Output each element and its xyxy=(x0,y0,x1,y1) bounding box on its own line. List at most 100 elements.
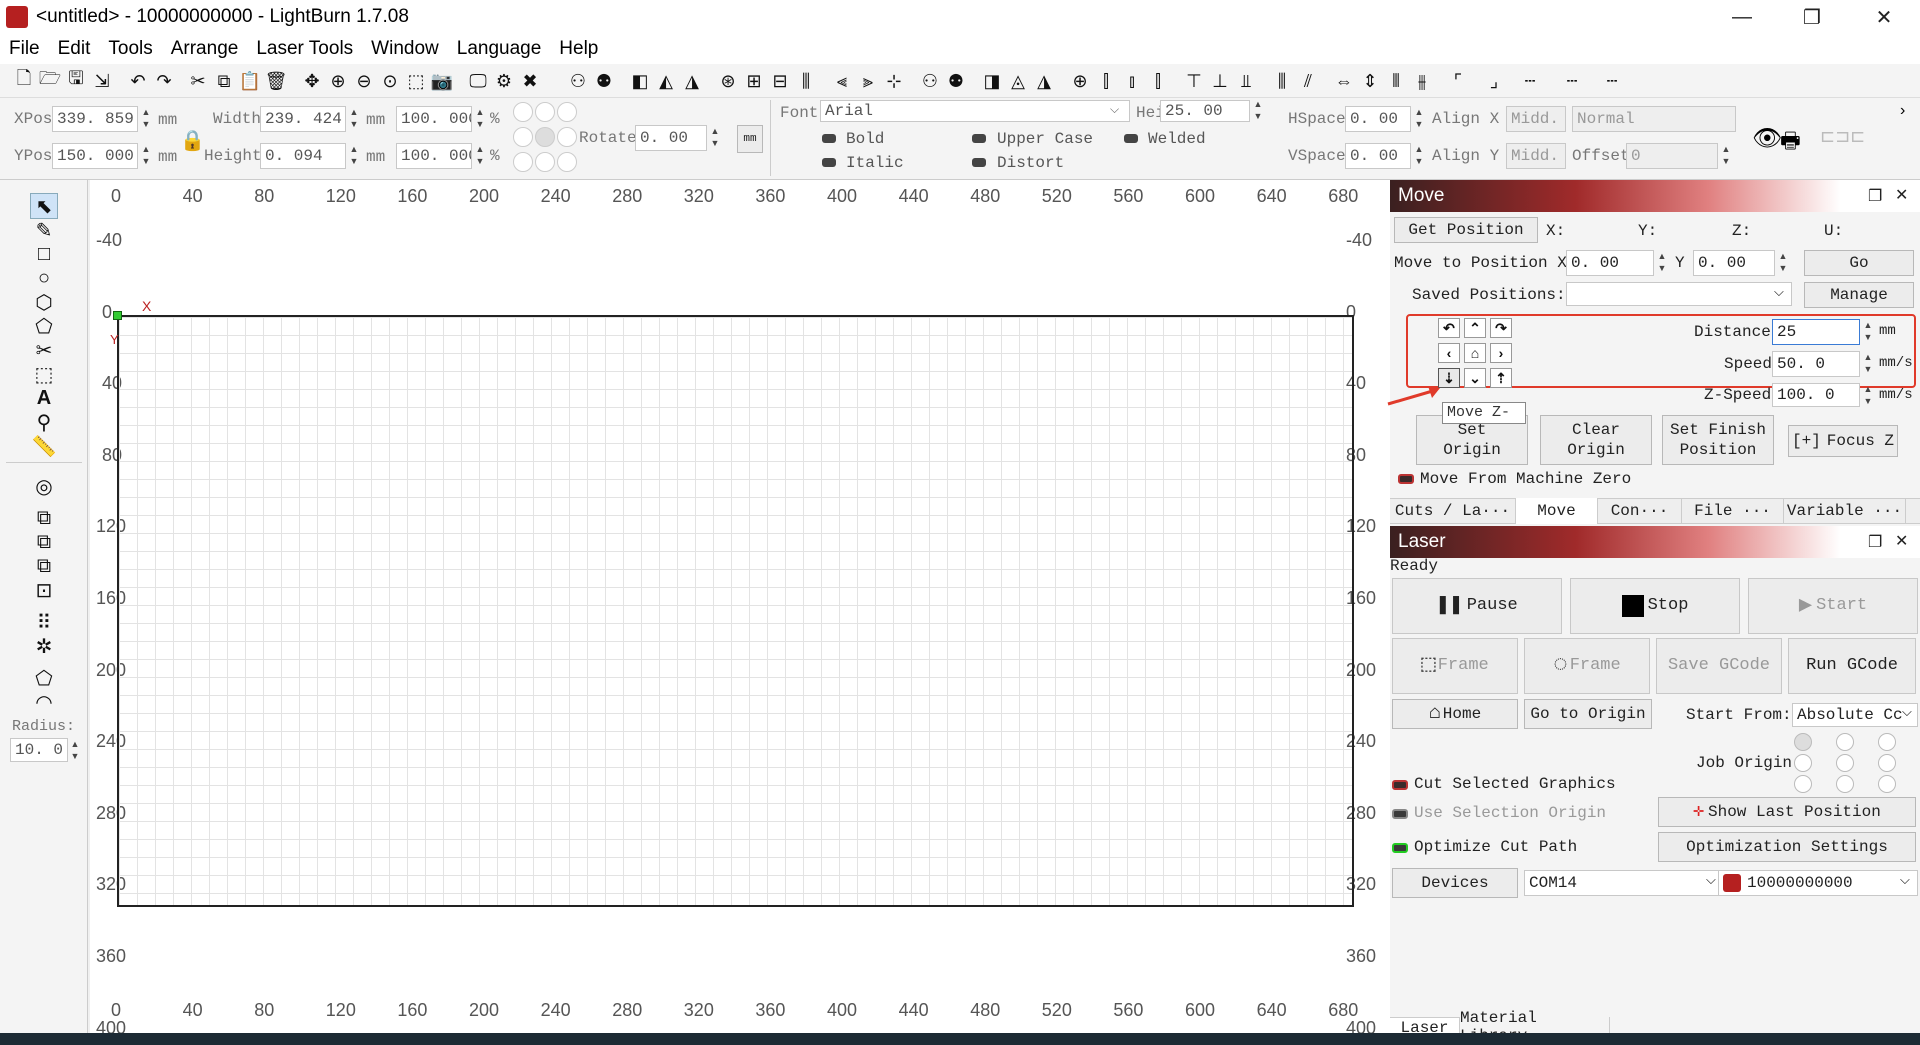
align-center-icon[interactable]: ⫾ xyxy=(1120,69,1144,93)
offset-field[interactable]: 0 xyxy=(1626,143,1718,169)
align-y-select[interactable]: Midd. xyxy=(1506,143,1566,169)
home-button[interactable]: ⌂ Home xyxy=(1392,699,1518,729)
tab-variable[interactable]: Variable ··· xyxy=(1784,498,1906,524)
rotate-spinner[interactable]: ▲ ▼ xyxy=(708,125,722,151)
optimization-settings-button[interactable]: Optimization Settings xyxy=(1658,832,1916,862)
optimize-cut-path-toggle[interactable] xyxy=(1392,843,1408,853)
anchor-br[interactable] xyxy=(557,152,577,172)
scale-width-spinner[interactable]: ▲ ▼ xyxy=(473,106,487,132)
font-height-spinner[interactable]: ▲ ▼ xyxy=(1251,98,1265,124)
anchor-ml[interactable] xyxy=(513,127,533,147)
fillet-icon[interactable]: ◠ xyxy=(30,689,58,715)
home-jog-icon[interactable]: ⌂ xyxy=(1464,343,1486,363)
intersect-icon[interactable]: ⊡ xyxy=(30,577,58,603)
xpos-field[interactable]: 339. 859 xyxy=(52,106,138,132)
z-speed-field[interactable]: 100. 0 xyxy=(1772,383,1860,407)
dist-h-icon[interactable]: ⫼ xyxy=(1270,69,1294,93)
menu-arrange[interactable]: Arrange xyxy=(162,38,248,60)
tools-icon[interactable]: ✖ xyxy=(518,69,542,93)
menu-window[interactable]: Window xyxy=(362,38,448,60)
mirror-diag-icon[interactable]: ◮ xyxy=(680,69,704,93)
minimize-button[interactable]: — xyxy=(1707,0,1777,34)
align-left-icon[interactable]: ⫿ xyxy=(1094,69,1118,93)
menu-help[interactable]: Help xyxy=(550,38,607,60)
move-x-field[interactable]: 0. 00 xyxy=(1566,250,1654,276)
offset-tool-icon[interactable]: ⬚ xyxy=(30,361,58,387)
pan-icon[interactable]: ✥ xyxy=(300,69,324,93)
move-z-up-icon[interactable]: ⇡ xyxy=(1490,368,1512,388)
paste-icon[interactable]: 📋 xyxy=(238,69,262,93)
anchor-tc[interactable] xyxy=(535,102,555,122)
xpos-spinner[interactable]: ▲ ▼ xyxy=(139,106,153,132)
target-icon[interactable]: ⊕ xyxy=(1068,69,1092,93)
start-button[interactable]: ▶ Start xyxy=(1748,578,1918,634)
align-x-select[interactable]: Midd. xyxy=(1506,106,1566,132)
mirror-icon[interactable]: ◭ xyxy=(654,69,678,93)
redo-icon[interactable]: ↷ xyxy=(152,69,176,93)
scale-height-field[interactable]: 100. 000 xyxy=(396,143,472,169)
unit-toggle-button[interactable]: mm xyxy=(737,125,763,153)
grid-array-icon[interactable]: ⠿ xyxy=(30,609,58,635)
distance-spinner[interactable]: ▲ ▼ xyxy=(1861,319,1875,345)
rotate-ccw-icon[interactable]: ↶ xyxy=(1438,318,1460,338)
expand-chevron-icon[interactable]: › xyxy=(1900,102,1905,120)
set-finish-position-button[interactable]: Set Finish Position xyxy=(1662,415,1774,465)
scale-width-field[interactable]: 100. 000 xyxy=(396,106,472,132)
menu-laser-tools[interactable]: Laser Tools xyxy=(247,38,362,60)
rotate-center-icon[interactable]: ⊛ xyxy=(716,69,740,93)
array-icon[interactable]: ⚇ xyxy=(918,69,942,93)
distribute-icon[interactable]: ⊟ xyxy=(768,69,792,93)
float-icon[interactable]: ❐ xyxy=(1868,532,1882,552)
flip-v-icon[interactable]: ◨ xyxy=(980,69,1004,93)
person-icon[interactable]: ⚉ xyxy=(944,69,968,93)
mirror-v-icon[interactable]: ◬ xyxy=(1006,69,1030,93)
frame-rect-button[interactable]: ⬚ Frame xyxy=(1392,638,1518,694)
start-from-select[interactable]: Absolute Cc xyxy=(1792,703,1918,727)
distribute-h-icon[interactable]: ⫼ xyxy=(794,69,818,93)
dotted-line-icon[interactable]: ┄ xyxy=(1518,69,1542,93)
save-icon[interactable]: 🖫 xyxy=(64,68,88,93)
get-position-button[interactable]: Get Position xyxy=(1394,217,1538,243)
align-right-icon[interactable]: ⫿ xyxy=(1146,69,1170,93)
menu-language[interactable]: Language xyxy=(448,38,551,60)
jog-up-icon[interactable]: ⌃ xyxy=(1464,318,1486,338)
manage-button[interactable]: Manage xyxy=(1804,282,1914,308)
export-icon[interactable]: ⇲ xyxy=(90,69,114,93)
dotted-line3-icon[interactable]: ┄ xyxy=(1600,69,1624,93)
vspace-field[interactable]: 0. 00 xyxy=(1345,143,1411,169)
job-origin-mr[interactable] xyxy=(1878,754,1896,772)
eye-icon[interactable]: 👁 xyxy=(1752,124,1782,153)
welded-toggle[interactable] xyxy=(1124,134,1138,143)
save-gcode-button[interactable]: Save GCode xyxy=(1656,638,1782,694)
job-origin-tr[interactable] xyxy=(1878,733,1896,751)
close-button[interactable]: ✕ xyxy=(1849,0,1919,34)
ypos-spinner[interactable]: ▲ ▼ xyxy=(139,143,153,169)
upper-case-toggle[interactable] xyxy=(972,134,986,143)
distance-field[interactable]: 25 xyxy=(1772,319,1860,345)
frame-circle-button[interactable]: ◌ Frame xyxy=(1524,638,1650,694)
pause-button[interactable]: ❚❚ Pause xyxy=(1392,578,1562,634)
run-gcode-button[interactable]: Run GCode xyxy=(1788,638,1916,694)
go-to-origin-button[interactable]: Go to Origin xyxy=(1524,699,1652,729)
monitor-icon[interactable]: 🖵 xyxy=(466,69,490,93)
z-speed-spinner[interactable]: ▲ ▼ xyxy=(1861,383,1875,409)
zoom-selection-icon[interactable]: ⬚ xyxy=(404,69,428,93)
height-field[interactable]: 0. 094 xyxy=(260,143,346,169)
jog-right-icon[interactable]: › xyxy=(1490,343,1512,363)
hspace-spinner[interactable]: ▲ ▼ xyxy=(1412,106,1426,132)
menu-edit[interactable]: Edit xyxy=(49,38,100,60)
move-apart-icon[interactable]: ⇕ xyxy=(1358,69,1382,93)
work-area-grid[interactable] xyxy=(117,315,1354,907)
delete-icon[interactable]: 🗑 xyxy=(264,69,288,93)
saved-positions-select[interactable] xyxy=(1566,282,1792,306)
distort-toggle[interactable] xyxy=(972,158,986,167)
dotted-line2-icon[interactable]: ┄ xyxy=(1560,69,1584,93)
dist-v-icon[interactable]: ⫽ xyxy=(1296,69,1320,93)
port-select[interactable]: COM14 xyxy=(1524,870,1724,896)
jog-left-icon[interactable]: ‹ xyxy=(1438,343,1460,363)
menu-tools[interactable]: Tools xyxy=(99,38,161,60)
devices-button[interactable]: Devices xyxy=(1392,868,1518,898)
job-origin-bl[interactable] xyxy=(1794,775,1812,793)
scissors-icon[interactable]: ✂ xyxy=(30,337,58,363)
space-equal-v-icon[interactable]: ⫵ xyxy=(1410,69,1434,93)
